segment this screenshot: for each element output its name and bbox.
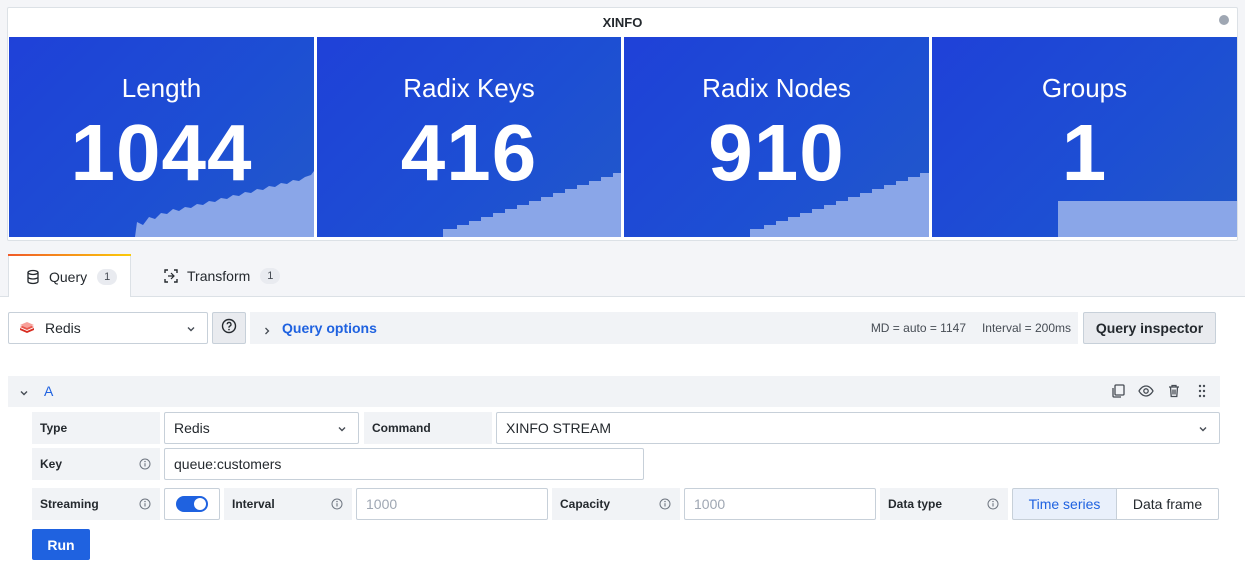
query-row-actions — [1110, 383, 1210, 399]
tab-query[interactable]: Query 1 — [8, 254, 131, 298]
info-icon — [659, 498, 671, 510]
stat-label: Radix Nodes — [702, 73, 851, 103]
stat-length: Length 1044 — [9, 37, 314, 237]
datatype-option-time-series[interactable]: Time series — [1012, 488, 1117, 520]
query-options-label: Query options — [282, 320, 377, 336]
datasource-help-button[interactable] — [212, 312, 246, 344]
query-editor: Redis Query options MD = auto = 1147 Int… — [0, 297, 1245, 570]
redis-icon — [19, 320, 35, 336]
capacity-label: Capacity — [560, 497, 611, 511]
tab-count-badge: 1 — [260, 267, 281, 284]
streaming-label-box: Streaming — [32, 488, 160, 520]
query-ref-id[interactable]: A — [44, 383, 53, 399]
sparkline — [750, 173, 929, 237]
tab-transform[interactable]: Transform 1 — [163, 254, 303, 297]
stat-label: Groups — [1041, 73, 1128, 103]
transform-icon — [163, 268, 179, 284]
panel-status-dot — [1219, 15, 1229, 25]
datasource-name: Redis — [45, 320, 81, 336]
interval-input[interactable]: 1000 — [356, 488, 548, 520]
capacity-label-box: Capacity — [552, 488, 680, 520]
type-label: Type — [32, 412, 160, 444]
stat-label: Length — [121, 73, 202, 103]
sparkline — [135, 171, 314, 237]
type-select[interactable]: Redis — [164, 412, 359, 444]
collapse-chevron-icon[interactable] — [18, 386, 30, 398]
query-options-bar[interactable]: Query options MD = auto = 1147 Interval … — [250, 312, 1078, 344]
xinfo-panel: XINFO Length 1044 Radix Keys 416 Radix N… — [7, 7, 1238, 241]
streaming-label: Streaming — [40, 497, 99, 511]
datasource-picker[interactable]: Redis — [8, 312, 208, 344]
chevron-down-icon — [336, 422, 348, 434]
run-button[interactable]: Run — [32, 529, 90, 560]
datatype-option-data-frame[interactable]: Data frame — [1117, 488, 1219, 520]
interval-text: Interval = 200ms — [981, 321, 1071, 335]
stat-groups: Groups 1 — [932, 37, 1237, 237]
sparkline — [443, 173, 621, 237]
info-icon — [139, 458, 151, 470]
drag-handle-icon[interactable] — [1194, 383, 1210, 399]
chevron-down-icon — [1197, 422, 1209, 434]
key-label-box: Key — [32, 448, 160, 480]
eye-icon[interactable] — [1138, 383, 1154, 399]
streaming-toggle[interactable] — [164, 488, 220, 520]
stat-label: Radix Keys — [403, 73, 535, 103]
tab-label: Transform — [187, 267, 251, 284]
key-label: Key — [40, 457, 63, 471]
info-icon — [331, 498, 343, 510]
type-value: Redis — [174, 420, 210, 436]
chevron-down-icon — [185, 322, 197, 334]
toggle-switch[interactable] — [176, 496, 208, 512]
max-datapoints-text: MD = auto = 1147 — [870, 321, 966, 335]
trash-icon[interactable] — [1166, 383, 1182, 399]
key-input[interactable]: queue:customers — [164, 448, 644, 480]
command-select[interactable]: XINFO STREAM — [496, 412, 1220, 444]
stat-radix-keys: Radix Keys 416 — [317, 37, 621, 237]
duplicate-icon[interactable] — [1110, 383, 1126, 399]
tab-label: Query — [49, 268, 88, 285]
stat-radix-nodes: Radix Nodes 910 — [624, 37, 929, 237]
sparkline — [1058, 201, 1237, 237]
datatype-label-box: Data type — [880, 488, 1008, 520]
info-icon — [987, 498, 999, 510]
datatype-label: Data type — [888, 497, 943, 511]
panel-title: XINFO — [602, 15, 643, 30]
editor-tabs: Query 1 Transform 1 — [0, 254, 1245, 298]
chevron-right-icon — [262, 323, 272, 335]
capacity-input[interactable]: 1000 — [684, 488, 876, 520]
tab-count-badge: 1 — [97, 268, 118, 285]
query-row-header: A — [8, 376, 1220, 407]
query-inspector-button[interactable]: Query inspector — [1083, 312, 1216, 344]
interval-label-box: Interval — [224, 488, 352, 520]
info-icon — [139, 498, 151, 510]
interval-label: Interval — [232, 497, 275, 511]
command-value: XINFO STREAM — [506, 420, 612, 436]
command-label: Command — [364, 412, 492, 444]
database-icon — [25, 269, 41, 285]
question-circle-icon — [221, 318, 237, 339]
